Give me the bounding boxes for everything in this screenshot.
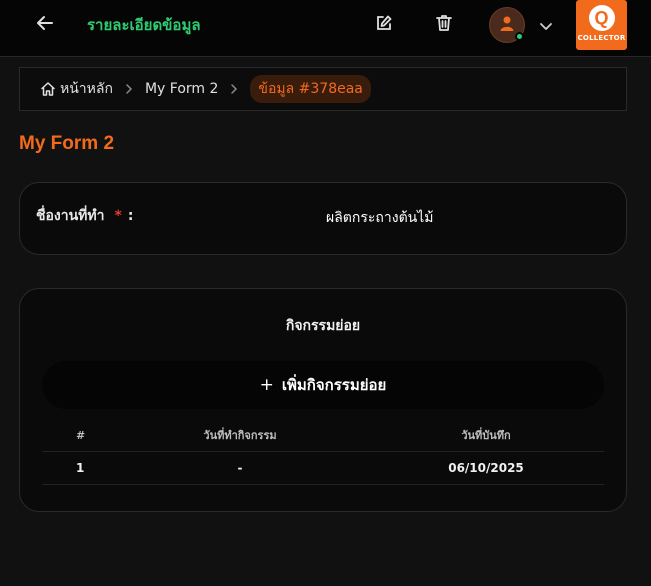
chevron-down-icon [539,16,553,35]
back-button[interactable] [34,14,56,36]
breadcrumb: หน้าหลัก My Form 2 ข้อมูล #378eaa [19,67,627,111]
field-label-container: ชื่องานที่ทำ *: [36,205,133,227]
logo-letter: Q [588,5,615,31]
field-value: ผลิตกระถางต้นไม้ [326,210,434,226]
online-status-dot [515,32,524,41]
chevron-right-icon [230,83,238,95]
subactivities-card: กิจกรรมย่อย + เพิ่มกิจกรรมย่อย # วันที่ท… [19,288,627,512]
breadcrumb-current: ข้อมูล #378eaa [250,75,371,103]
field-colon: : [127,208,134,224]
field-label: ชื่องานที่ทำ [36,208,105,224]
table-header-row: # วันที่ทำกิจกรรม วันที่บันทึก [42,419,604,452]
delete-button[interactable] [433,14,455,36]
cell-index: 1 [76,461,85,475]
table-row[interactable]: 1 - 06/10/2025 [42,452,604,485]
column-header-activity-date: วันที่ทำกิจกรรม [203,429,277,442]
breadcrumb-home-label: หน้าหลัก [60,81,113,97]
add-subactivity-label: เพิ่มกิจกรรมย่อย [281,376,387,394]
add-subactivity-button[interactable]: + เพิ่มกิจกรรมย่อย [42,361,604,409]
user-menu-toggle[interactable] [536,15,556,35]
cell-record-date: 06/10/2025 [448,461,524,475]
plus-icon: + [259,375,274,395]
cell-activity-date: - [237,461,243,475]
breadcrumb-home[interactable]: หน้าหลัก [40,78,113,100]
subactivities-table: # วันที่ทำกิจกรรม วันที่บันทึก 1 - 06/10… [42,419,604,485]
column-header-record-date: วันที่บันทึก [461,429,511,442]
column-header-index: # [76,428,86,442]
chevron-right-icon [125,83,133,95]
edit-button[interactable] [373,14,395,36]
trash-icon [436,14,452,36]
logo-text: COLLECTOR [577,34,626,42]
breadcrumb-form[interactable]: My Form 2 [145,81,218,97]
page-title: รายละเอียดข้อมูล [87,16,201,34]
field-card: ชื่องานที่ทำ *: ผลิตกระถางต้นไม้ [19,182,627,255]
form-title: My Form 2 [19,133,115,154]
q-collector-logo[interactable]: Q COLLECTOR [576,0,627,50]
edit-icon [375,14,393,36]
arrow-left-icon [36,15,54,35]
subactivities-title: กิจกรรมย่อย [285,318,361,334]
required-mark: * [114,208,122,224]
home-icon [40,81,56,97]
user-icon [499,15,515,35]
top-bar: รายละเอียดข้อมูล Q COLLECTOR [0,0,651,57]
